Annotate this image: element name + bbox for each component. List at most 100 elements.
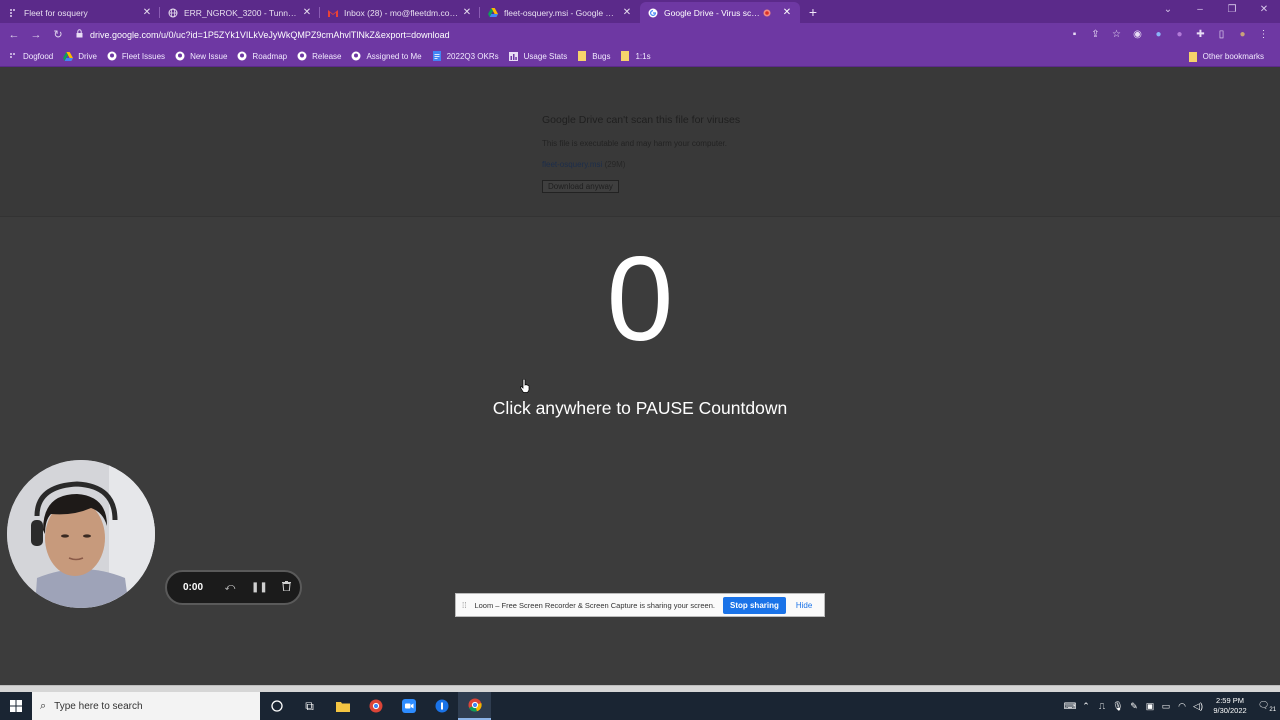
taskbar-clock[interactable]: 2:59 PM 9/30/2022 [1206, 696, 1254, 716]
chrome-icon[interactable] [458, 692, 491, 720]
warning-title: Google Drive can't scan this file for vi… [542, 114, 741, 126]
bookmark-label: Assigned to Me [366, 51, 422, 61]
close-icon[interactable]: ✕ [142, 7, 152, 18]
menu-icon[interactable]: ⋮ [1255, 29, 1272, 40]
wifi-icon[interactable]: ◠ [1174, 701, 1190, 712]
github-icon [297, 51, 307, 61]
pause-icon[interactable]: ❚❚ [251, 582, 268, 593]
bookmark-bugs[interactable]: Bugs [577, 51, 610, 61]
recording-controls: 0:00 ⤺ ❚❚ [165, 570, 302, 605]
undo-icon[interactable]: ⤺ [223, 582, 237, 593]
forward-icon[interactable]: → [25, 29, 47, 41]
fleet-extension-icon[interactable]: ◉ [1129, 29, 1146, 40]
system-tray: ⌨ ⌃ ⎍ 🎙 ✎ ▣ ▭ ◠ ◁) 2:59 PM 9/30/2022 🗨21 [1062, 692, 1280, 720]
chevron-down-icon[interactable]: ⌄ [1152, 0, 1184, 23]
volume-icon[interactable]: ◁) [1190, 701, 1206, 712]
star-icon[interactable]: ☆ [1108, 29, 1125, 40]
tab-fleet[interactable]: Fleet for osquery ✕ [0, 2, 160, 23]
docs-icon [432, 51, 442, 61]
cortana-icon[interactable] [260, 692, 293, 720]
screen-icon[interactable]: ▣ [1142, 701, 1158, 712]
zoom-icon[interactable] [392, 692, 425, 720]
close-icon[interactable]: ✕ [622, 7, 632, 18]
file-size: (29M) [604, 160, 626, 169]
clock-time: 2:59 PM [1216, 696, 1244, 705]
restore-icon[interactable]: ❐ [1216, 0, 1248, 23]
1password-icon[interactable] [425, 692, 458, 720]
recorder-extension-icon[interactable]: ● [1171, 29, 1188, 40]
drive-warning-panel: Google Drive can't scan this file for vi… [0, 67, 1280, 217]
bookmark-drive[interactable]: Drive [63, 51, 97, 61]
bookmark-1on1s[interactable]: 1:1s [620, 51, 651, 61]
tab-virus-scan[interactable]: Google Drive - Virus scan wa ✕ [640, 2, 800, 23]
avatar[interactable]: ● [1234, 29, 1251, 40]
github-icon [107, 51, 117, 61]
microphone-icon[interactable]: 🎙 [1110, 701, 1126, 712]
reload-icon[interactable]: ↻ [47, 28, 69, 41]
loom-extension-icon[interactable]: ● [1150, 29, 1167, 40]
camera-icon[interactable]: ▪ [1066, 29, 1083, 40]
github-icon [237, 51, 247, 61]
tab-gmail[interactable]: Inbox (28) - mo@fleetdm.com - F ✕ [320, 2, 480, 23]
keyboard-icon[interactable]: ⌨ [1062, 701, 1078, 712]
new-tab-button[interactable]: + [800, 2, 826, 23]
minimize-icon[interactable]: – [1184, 0, 1216, 23]
close-icon[interactable]: ✕ [302, 7, 312, 18]
bookmark-assigned[interactable]: Assigned to Me [351, 51, 422, 61]
sidebar-icon[interactable]: ▯ [1213, 29, 1230, 40]
extensions-icon[interactable]: ✚ [1192, 29, 1209, 40]
webcam-bubble[interactable] [7, 460, 155, 608]
search-placeholder: Type here to search [54, 700, 143, 712]
taskbar-search[interactable]: ⌕ Type here to search [32, 692, 260, 720]
bookmark-label: Release [312, 51, 342, 61]
windows-start-icon[interactable] [0, 692, 32, 720]
bookmark-dogfood[interactable]: Dogfood [8, 51, 53, 61]
file-link[interactable]: fleet-osquery.msi [542, 160, 602, 169]
bookmark-release[interactable]: Release [297, 51, 341, 61]
bookmark-okrs[interactable]: 2022Q3 OKRs [432, 51, 499, 61]
bookmark-usage-stats[interactable]: Usage Stats [509, 51, 567, 61]
chrome-profile-icon[interactable] [359, 692, 392, 720]
folder-icon [620, 51, 630, 61]
url-text: drive.google.com/u/0/uc?id=1P5ZYk1VILkVe… [90, 29, 450, 40]
tab-drive-file[interactable]: fleet-osquery.msi - Google Drive ✕ [480, 2, 640, 23]
bookmark-roadmap[interactable]: Roadmap [237, 51, 287, 61]
other-bookmarks[interactable]: Other bookmarks [1188, 46, 1264, 67]
warning-subtitle: This file is executable and may harm you… [542, 139, 727, 148]
tab-ngrok[interactable]: ERR_NGROK_3200 - Tunnel 2d82 ✕ [160, 2, 320, 23]
file-explorer-icon[interactable] [326, 692, 359, 720]
usb-icon[interactable]: ⎍ [1094, 701, 1110, 712]
edit-icon[interactable]: ✎ [1126, 701, 1142, 712]
bookmark-label: Roadmap [252, 51, 288, 61]
chevron-up-icon[interactable]: ⌃ [1078, 701, 1094, 712]
share-icon[interactable]: ⇪ [1087, 29, 1104, 40]
gmail-icon [328, 8, 338, 18]
bookmark-new-issue[interactable]: New Issue [175, 51, 227, 61]
toolbar-icons: ▪ ⇪ ☆ ◉ ● ● ✚ ▯ ● ⋮ [1066, 23, 1272, 46]
stop-sharing-button[interactable]: Stop sharing [722, 596, 786, 614]
trash-icon[interactable] [279, 581, 293, 594]
close-window-icon[interactable]: ✕ [1248, 0, 1280, 23]
bookmark-fleet-issues[interactable]: Fleet Issues [107, 51, 165, 61]
notification-count: 21 [1269, 706, 1277, 713]
bookmark-label: 2022Q3 OKRs [446, 51, 499, 61]
drive-icon [488, 8, 498, 18]
tab-title: Inbox (28) - mo@fleetdm.com - F [344, 7, 458, 18]
back-icon[interactable]: ← [3, 29, 25, 41]
close-icon[interactable]: ✕ [462, 7, 472, 18]
drag-handle-icon[interactable]: ⁞⁞ [462, 601, 466, 610]
address-bar[interactable]: drive.google.com/u/0/uc?id=1P5ZYk1VILkVe… [76, 26, 1126, 43]
bookmark-label: Drive [78, 51, 97, 61]
close-icon[interactable]: ✕ [782, 7, 792, 18]
tab-title: fleet-osquery.msi - Google Drive [504, 7, 618, 18]
notification-icon[interactable]: 🗨21 [1254, 700, 1280, 713]
hide-button[interactable]: Hide [796, 601, 812, 610]
folder-icon [1188, 51, 1198, 62]
download-anyway-button[interactable]: Download anyway [542, 180, 619, 193]
github-icon [175, 51, 185, 61]
task-view-icon[interactable]: ⧉ [293, 692, 326, 720]
battery-icon[interactable]: ▭ [1158, 701, 1174, 712]
window-controls: ⌄ – ❐ ✕ [1152, 0, 1280, 23]
hand-cursor-icon [520, 378, 530, 393]
horizontal-scrollbar[interactable] [0, 685, 1280, 692]
